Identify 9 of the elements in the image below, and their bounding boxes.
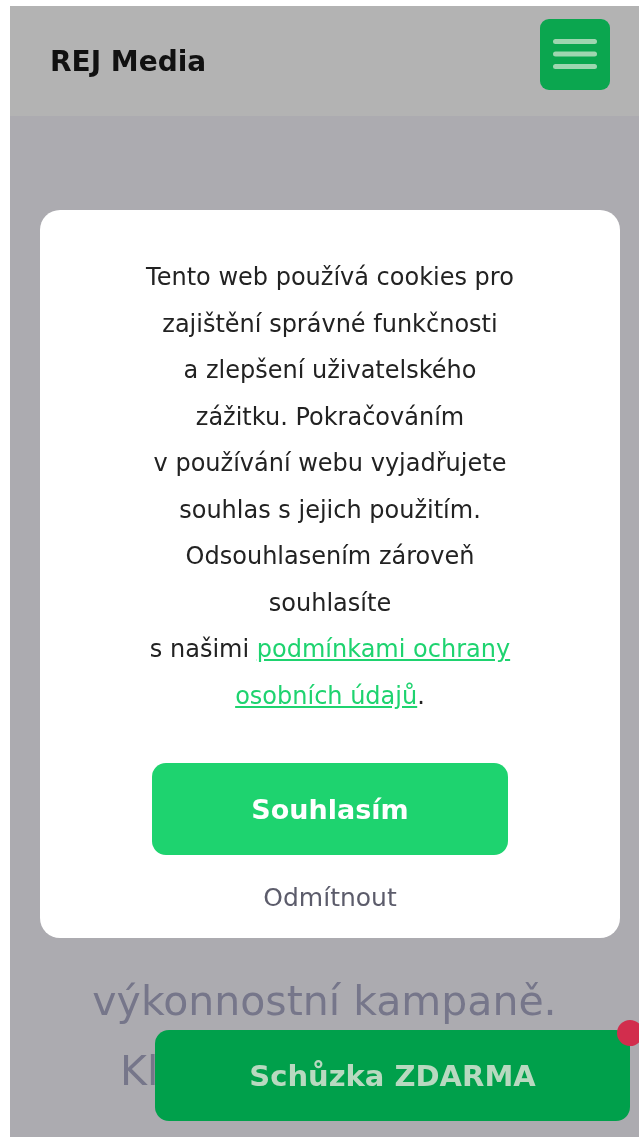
menu-button[interactable]: [540, 18, 610, 90]
menu-icon: [553, 38, 597, 70]
cookie-message: Tento web používá cookies pro zajištění správné funkčnosti a zlepšení uživatelského zážitku. Pokračováním v používání webu vyjadřujete souhlas s jejich použitím. Odsouhlasením zároveň souhlasíte s našimi podmínkami ochrany osobních údajů.: [145, 262, 515, 712]
privacy-link[interactable]: podmínkami ochrany: [256, 635, 511, 663]
decline-button[interactable]: Odmítnout: [253, 877, 407, 918]
accept-button[interactable]: Souhlasím: [152, 763, 508, 855]
brand-name: REJ Media: [50, 44, 207, 78]
meeting-button[interactable]: Schůzka ZDARMA: [155, 1030, 630, 1121]
privacy-link[interactable]: osobních údajů: [235, 681, 418, 710]
